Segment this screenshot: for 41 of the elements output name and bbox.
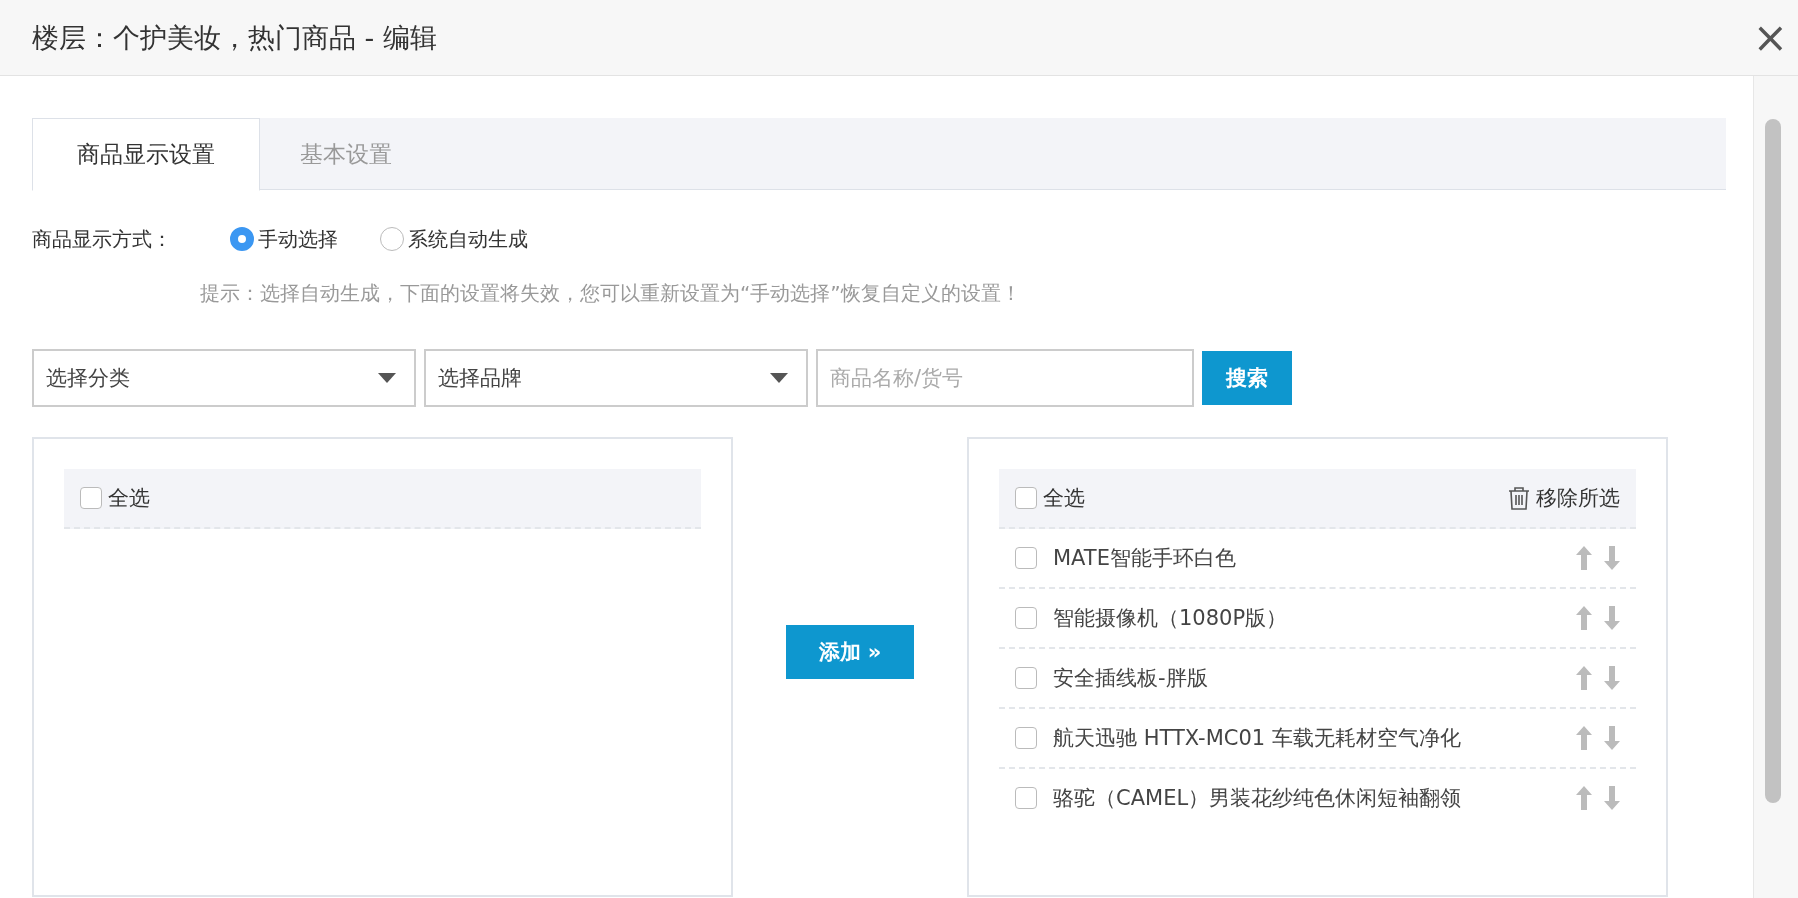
select-all-label: 全选 (1043, 485, 1085, 512)
product-name: 安全插线板-胖版 (1053, 665, 1209, 692)
arrow-up-icon[interactable] (1576, 786, 1592, 810)
arrow-up-icon[interactable] (1576, 726, 1592, 750)
arrow-down-icon[interactable] (1604, 606, 1620, 630)
category-select[interactable]: 选择分类 (32, 349, 416, 407)
checkbox[interactable] (1015, 667, 1037, 689)
arrow-up-icon[interactable] (1576, 666, 1592, 690)
radio-button[interactable] (380, 227, 404, 251)
checkbox[interactable] (1015, 727, 1037, 749)
checkbox[interactable] (80, 487, 102, 509)
checkbox[interactable] (1015, 547, 1037, 569)
search-field[interactable]: 商品名称/货号 (816, 349, 1194, 407)
product-name: 航天迅驰 HTTX-MC01 车载无耗材空气净化 (1053, 725, 1462, 752)
close-button[interactable]: × (1742, 16, 1798, 59)
product-name: MATE智能手环白色 (1053, 545, 1237, 572)
hint-text: 提示：选择自动生成，下面的设置将失效，您可以重新设置为“手动选择”恢复自定义的设置！ (200, 280, 1022, 307)
checkbox[interactable] (1015, 607, 1037, 629)
arrow-up-icon[interactable] (1576, 606, 1592, 630)
display-mode-label: 商品显示方式： (32, 225, 173, 253)
trash-icon (1508, 486, 1530, 510)
tab[interactable]: 商品显示设置 (32, 118, 260, 191)
arrow-down-icon[interactable] (1604, 786, 1620, 810)
radio-label: 系统自动生成 (408, 225, 528, 253)
radio-label: 手动选择 (258, 225, 338, 253)
product-name: 智能摄像机（1080P版） (1053, 605, 1289, 632)
arrow-down-icon[interactable] (1604, 726, 1620, 750)
brand-select[interactable]: 选择品牌 (424, 349, 808, 407)
select-all-label: 全选 (108, 485, 150, 512)
arrow-up-icon[interactable] (1576, 546, 1592, 570)
scrollbar-thumb[interactable] (1765, 119, 1781, 803)
dropdown-caret-icon (378, 373, 396, 383)
arrow-down-icon[interactable] (1604, 666, 1620, 690)
checkbox[interactable] (1015, 787, 1037, 809)
dialog-title: 楼层：个护美妆，热门商品 - 编辑 (32, 20, 437, 55)
remove-selected-button[interactable]: 移除所选 (1508, 484, 1620, 512)
radio-button[interactable] (230, 227, 254, 251)
product-name: 骆驼（CAMEL）男装花纱纯色休闲短袖翻领 (1053, 785, 1463, 812)
arrow-down-icon[interactable] (1604, 546, 1620, 570)
dropdown-caret-icon (770, 373, 788, 383)
checkbox[interactable] (1015, 487, 1037, 509)
